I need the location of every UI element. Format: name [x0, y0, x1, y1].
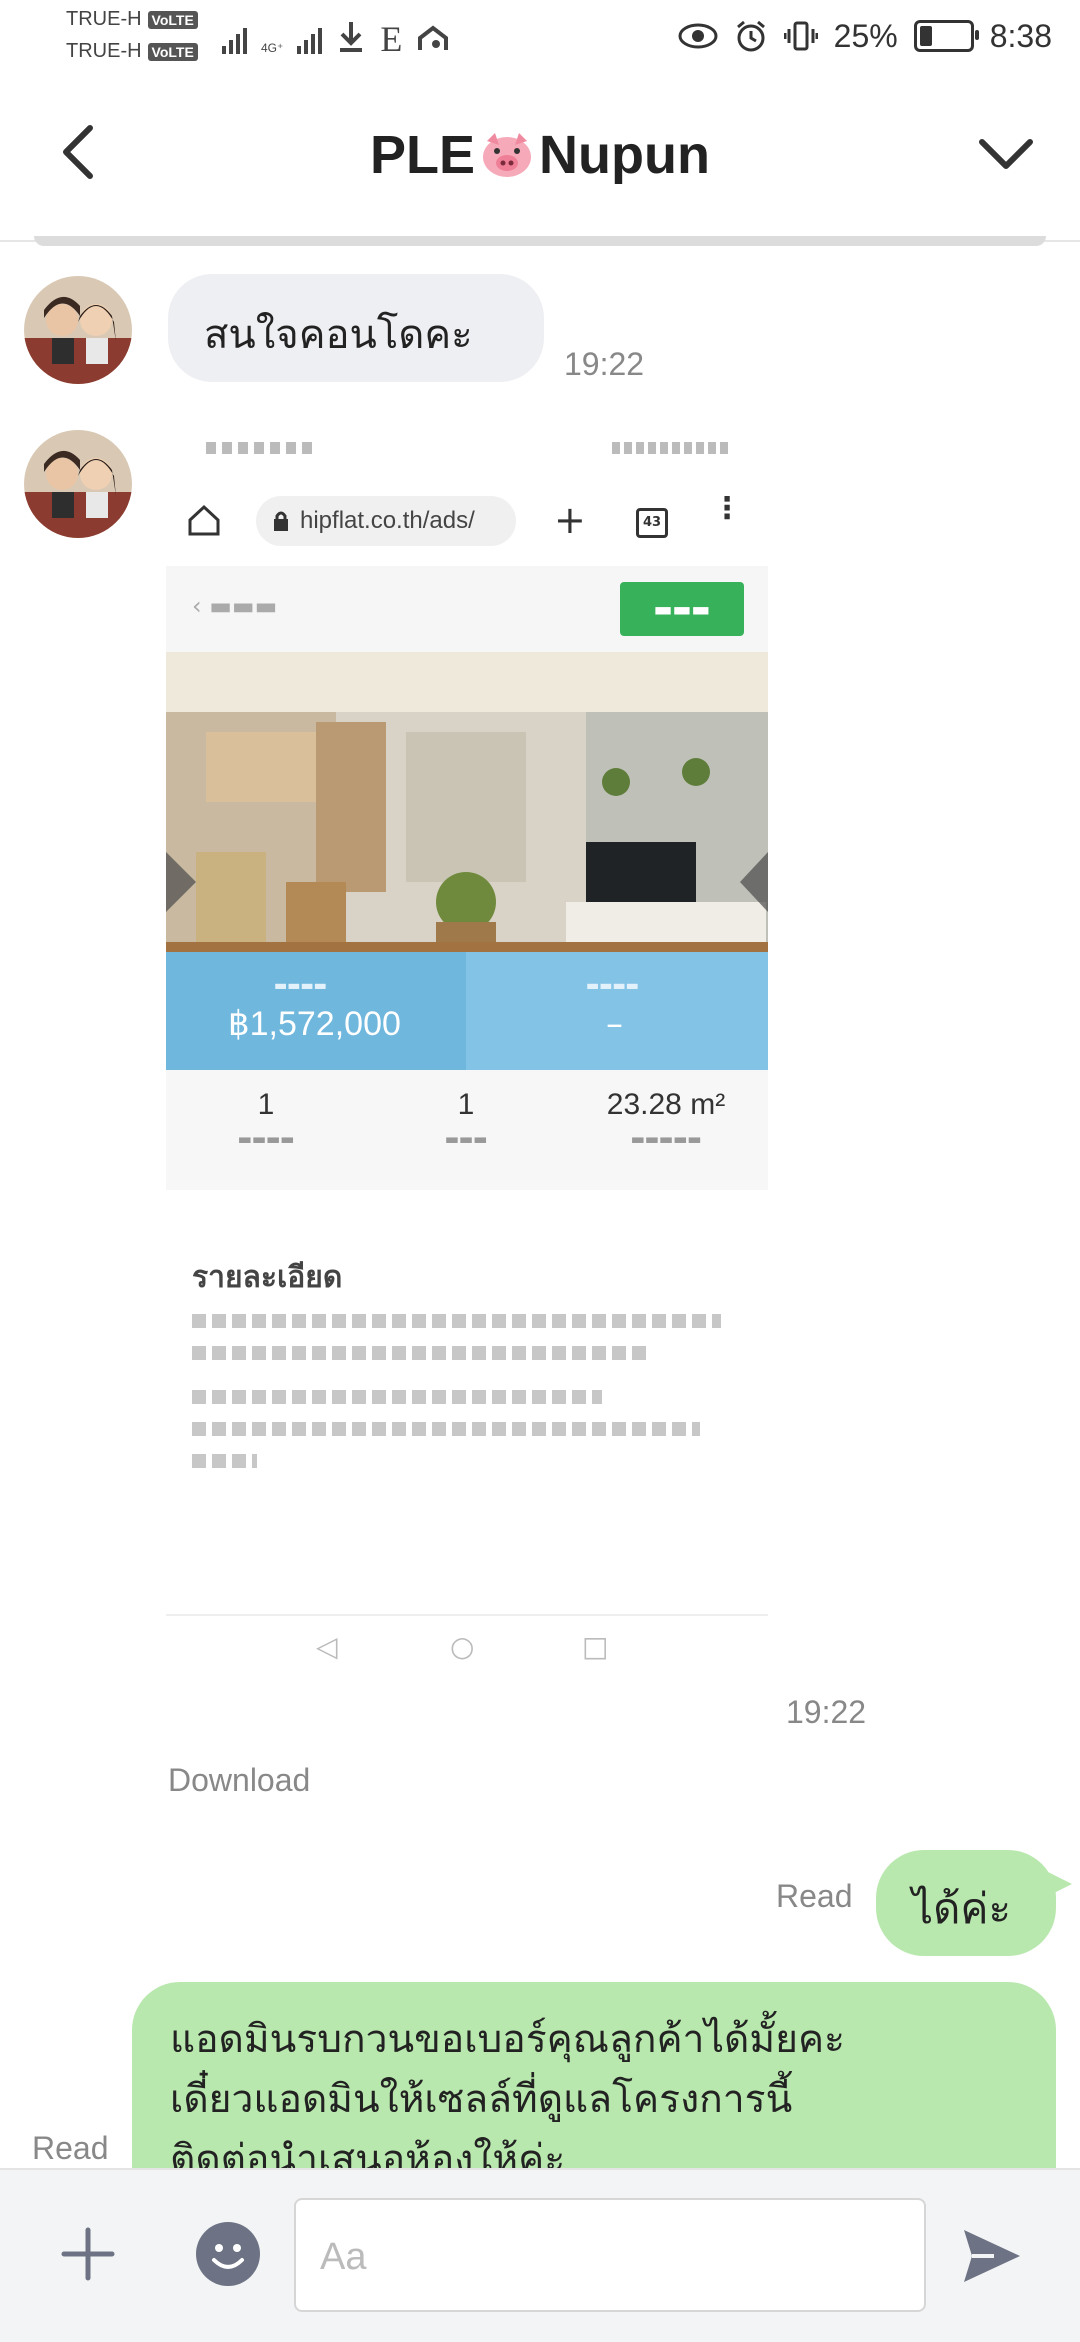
chat-header: PLE Nupun: [0, 76, 1080, 242]
carrier-1: TRUE-H VoLTE: [66, 8, 198, 31]
chevron-down-icon[interactable]: [976, 126, 1036, 182]
message-input[interactable]: Aa: [294, 2198, 926, 2312]
embedded-url: hipflat.co.th/ads/: [256, 496, 516, 546]
network-type: 4G⁺: [261, 41, 284, 55]
more-icon: ⋮: [712, 491, 742, 526]
signal-icon-2: [297, 26, 323, 54]
property-details: รายละเอียด: [166, 1190, 768, 1610]
chat-title: PLE Nupun: [370, 125, 710, 185]
stat-bathrooms: 1 ▬▬▬: [444, 1088, 488, 1148]
eye-icon: [678, 23, 718, 49]
incoming-message-bubble[interactable]: สนใจคอนโดคะ: [168, 274, 544, 382]
property-stats: 1 ▬▬▬▬ 1 ▬▬▬ 23.28 m² ▬▬▬▬▬: [166, 1070, 768, 1190]
embedded-back: ‹ ▬▬▬: [192, 592, 278, 620]
details-text: [192, 1314, 732, 1486]
avatar[interactable]: [24, 430, 132, 538]
message-text: สนใจคอนโดคะ: [204, 312, 473, 358]
stat-bedrooms: 1 ▬▬▬▬: [237, 1088, 295, 1148]
home-icon: [188, 504, 220, 536]
edge-icon: E: [380, 19, 403, 59]
pig-emoji-icon: [483, 133, 532, 177]
message-time: 19:22: [564, 346, 645, 382]
status-right: 25% 8:38: [678, 14, 1052, 58]
read-receipt: Read: [776, 1878, 853, 1914]
download-status-icon: [340, 22, 363, 52]
message-time: 19:22: [786, 1694, 867, 1730]
details-heading: รายละเอียด: [192, 1260, 343, 1295]
avatar[interactable]: [24, 276, 132, 384]
send-button[interactable]: [960, 2226, 1024, 2286]
price-value: ฿1,572,000: [228, 1005, 401, 1043]
image-message[interactable]: hipflat.co.th/ads/ + 43 ⋮ ‹ ▬▬▬ ▬▬▬ ▬▬▬▬…: [166, 426, 768, 1726]
message-text: ได้ค่ะ: [912, 1884, 1012, 1933]
embedded-green-button: ▬▬▬: [620, 582, 744, 636]
carrier-2: TRUE-H VoLTE: [66, 40, 198, 63]
new-tab-icon: +: [554, 498, 586, 542]
embedded-browser-bar: hipflat.co.th/ads/ + 43 ⋮: [166, 486, 768, 556]
emoji-button[interactable]: [196, 2222, 260, 2286]
add-button[interactable]: [60, 2226, 116, 2282]
stat-area: 23.28 m² ▬▬▬▬▬: [606, 1088, 726, 1148]
smiley-icon: [212, 2244, 244, 2269]
read-receipt: Read: [32, 2130, 109, 2166]
price-right-value: –: [606, 1004, 623, 1044]
download-link[interactable]: Download: [168, 1762, 310, 1799]
battery-icon: [913, 20, 979, 52]
hotspot-icon: [418, 25, 449, 50]
message-text: แอดมินรบกวนขอเบอร์คุณลูกค้าได้มั้ยคะ เดี…: [170, 2017, 845, 2182]
embedded-nav: ‹ ▬▬▬ ▬▬▬: [166, 566, 768, 652]
alarm-icon: [736, 20, 765, 52]
status-bar: TRUE-H VoLTE TRUE-H VoLTE 4G⁺ E 25% 8:38: [0, 0, 1080, 76]
price-panel: ▬▬▬▬ ฿1,572,000 ▬▬▬▬ –: [166, 952, 768, 1070]
message-composer: Aa: [0, 2168, 1080, 2342]
outgoing-message-bubble[interactable]: ได้ค่ะ: [876, 1850, 1072, 1956]
clock: 8:38: [989, 17, 1052, 54]
tabs-count-icon: 43: [636, 508, 668, 538]
signal-icon: [222, 26, 247, 54]
embedded-android-nav: ◁ ○ □: [166, 1614, 768, 1676]
battery-percent: 25%: [833, 17, 898, 54]
network-indicators: 4G⁺ E: [222, 18, 450, 59]
outgoing-message-bubble[interactable]: แอดมินรบกวนขอเบอร์คุณลูกค้าได้มั้ยคะ เดี…: [132, 1982, 1056, 2182]
header-shadow: [34, 236, 1046, 246]
condo-photo: [166, 652, 768, 952]
embedded-status-bar: [166, 426, 768, 476]
vibrate-icon: [783, 21, 818, 51]
